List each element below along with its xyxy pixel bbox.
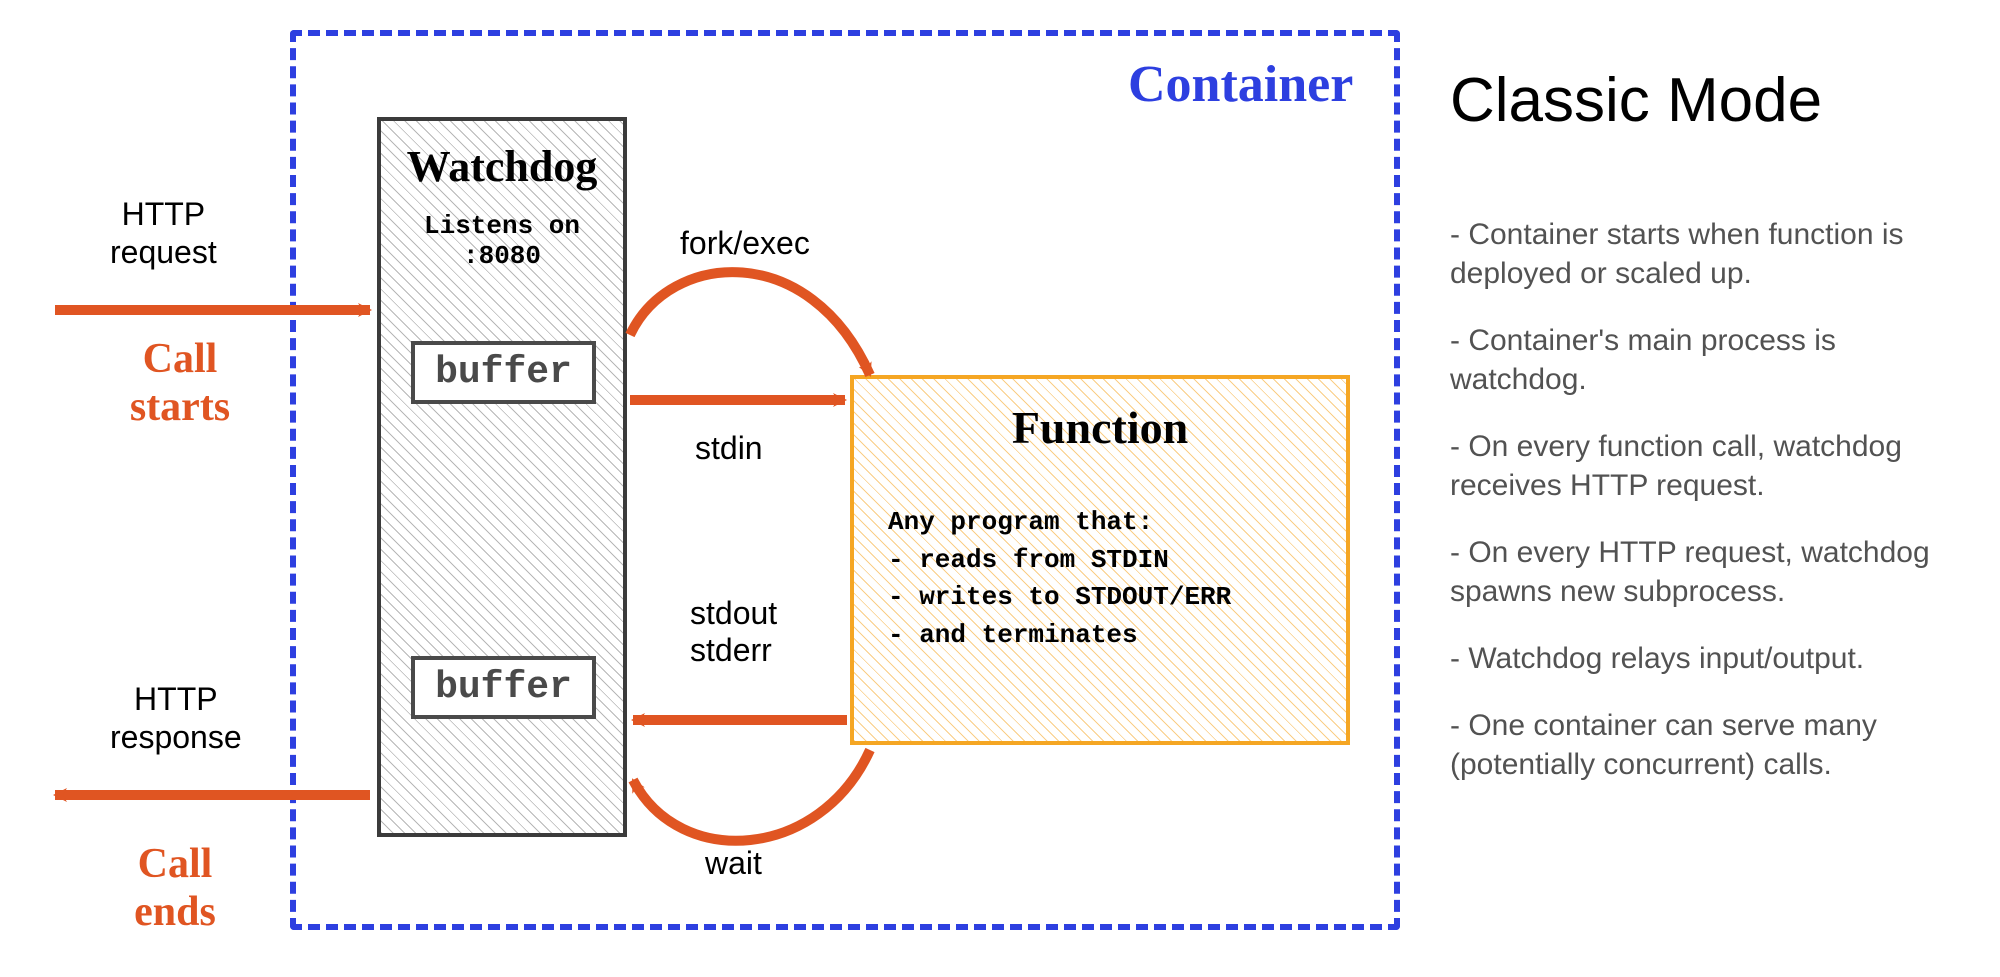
watchdog-box: Watchdog Listens on :8080 buffer buffer [377, 117, 627, 837]
call-starts-label: Callstarts [80, 335, 280, 432]
stdout-label: stdout [690, 595, 777, 632]
function-desc-header: Any program that: [888, 504, 1231, 542]
function-desc-line-1: - writes to STDOUT/ERR [888, 579, 1231, 617]
panel-bullet-4: - Watchdog relays input/output. [1450, 639, 1950, 678]
function-title: Function [854, 401, 1346, 454]
panel-bullet-1: - Container's main process is watchdog. [1450, 321, 1950, 399]
panel-title: Classic Mode [1450, 65, 1822, 136]
function-desc-line-2: - and terminates [888, 617, 1231, 655]
function-box: Function Any program that: - reads from … [850, 375, 1350, 745]
panel-bullet-list: - Container starts when function is depl… [1450, 215, 1950, 812]
stdin-label: stdin [695, 430, 763, 467]
stdout-stderr-label: stdout stderr [690, 595, 777, 669]
fork-exec-label: fork/exec [680, 225, 810, 262]
call-ends-label: Callends [90, 840, 260, 937]
container-label: Container [1128, 55, 1353, 114]
http-request-label: HTTPrequest [110, 195, 217, 272]
panel-bullet-3: - On every HTTP request, watchdog spawns… [1450, 533, 1950, 611]
buffer-in-box: buffer [411, 341, 596, 404]
function-desc-line-0: - reads from STDIN [888, 542, 1231, 580]
panel-bullet-0: - Container starts when function is depl… [1450, 215, 1950, 293]
buffer-in-label: buffer [435, 351, 572, 394]
function-desc: Any program that: - reads from STDIN - w… [888, 504, 1231, 655]
http-response-label: HTTPresponse [110, 680, 242, 757]
buffer-out-box: buffer [411, 656, 596, 719]
wait-label: wait [705, 845, 762, 882]
panel-bullet-5: - One container can serve many (potentia… [1450, 706, 1950, 784]
panel-bullet-2: - On every function call, watchdog recei… [1450, 427, 1950, 505]
buffer-out-label: buffer [435, 666, 572, 709]
watchdog-title: Watchdog [381, 141, 623, 192]
stderr-label: stderr [690, 632, 777, 669]
watchdog-subtitle: Listens on :8080 [381, 211, 623, 271]
